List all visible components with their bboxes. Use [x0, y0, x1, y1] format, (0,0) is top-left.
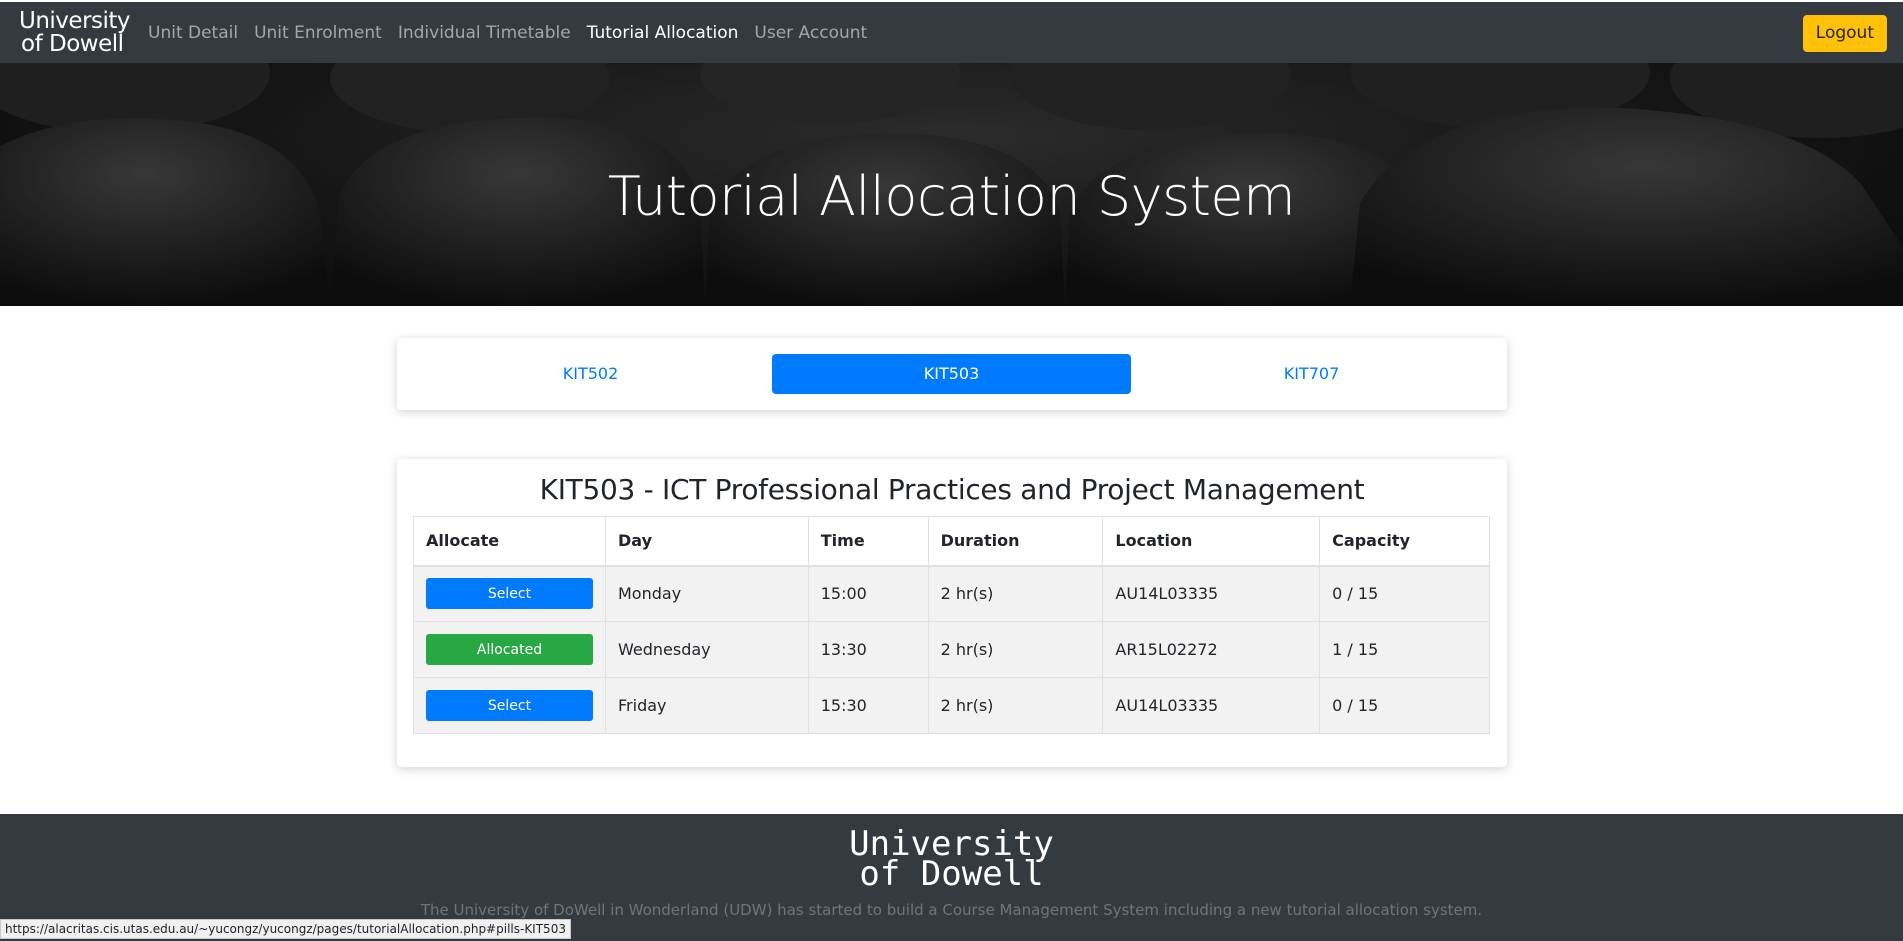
location-cell: AU14L03335	[1102, 565, 1321, 622]
duration-cell: 2 hr(s)	[927, 565, 1104, 622]
nav-link-individual-timetable[interactable]: Individual Timetable	[390, 23, 579, 43]
select-button[interactable]: Select	[426, 690, 593, 721]
allocate-cell: Allocated	[413, 621, 606, 678]
browser-status-url: https://alacritas.cis.utas.edu.au/~yucon…	[0, 919, 571, 939]
allocate-cell: Select	[413, 565, 606, 622]
brand-line-2: of Dowell	[21, 31, 124, 57]
pill-tab-kit503[interactable]: KIT503	[772, 354, 1131, 394]
column-header-capacity: Capacity	[1319, 516, 1490, 567]
pill-tab-kit707[interactable]: KIT707	[1132, 354, 1491, 394]
time-cell: 15:30	[807, 677, 929, 734]
location-cell: AR15L02272	[1102, 621, 1321, 678]
day-cell: Friday	[605, 677, 809, 734]
unit-pills-card: KIT502 KIT503 KIT707	[397, 338, 1507, 410]
table-row: Allocated Wednesday 13:30 2 hr(s) AR15L0…	[413, 621, 1490, 678]
table-row: Select Friday 15:30 2 hr(s) AU14L03335 0…	[413, 677, 1490, 734]
location-cell: AU14L03335	[1102, 677, 1321, 734]
table-row: Select Monday 15:00 2 hr(s) AU14L03335 0…	[413, 565, 1490, 622]
table-header-row: Allocate Day Time Duration Location Capa…	[413, 516, 1490, 567]
footer-logo-line-2: of Dowell	[859, 854, 1044, 894]
capacity-cell: 1 / 15	[1319, 621, 1490, 678]
column-header-location: Location	[1102, 516, 1321, 567]
day-cell: Wednesday	[605, 621, 809, 678]
hero-title: Tutorial Allocation System	[607, 165, 1296, 229]
brand-logo[interactable]: University of Dowell	[19, 8, 131, 57]
capacity-cell: 0 / 15	[1319, 677, 1490, 734]
allocate-cell: Select	[413, 677, 606, 734]
tutorial-table: Allocate Day Time Duration Location Capa…	[413, 516, 1490, 734]
footer-logo: University of Dowell	[0, 827, 1903, 894]
nav-link-unit-detail[interactable]: Unit Detail	[140, 23, 246, 43]
column-header-time: Time	[807, 516, 929, 567]
capacity-cell: 0 / 15	[1319, 565, 1490, 622]
duration-cell: 2 hr(s)	[927, 621, 1104, 678]
top-navbar: University of Dowell Unit Detail Unit En…	[0, 2, 1903, 63]
pill-tab-kit502[interactable]: KIT502	[411, 354, 770, 394]
footer-description: The University of DoWell in Wonderland (…	[420, 901, 1483, 919]
day-cell: Monday	[605, 565, 809, 622]
time-cell: 15:00	[807, 565, 929, 622]
column-header-duration: Duration	[927, 516, 1104, 567]
nav-link-user-account[interactable]: User Account	[746, 23, 875, 43]
column-header-day: Day	[605, 516, 809, 567]
nav-links: Unit Detail Unit Enrolment Individual Ti…	[140, 2, 875, 63]
select-button[interactable]: Select	[426, 578, 593, 610]
column-header-allocate: Allocate	[413, 516, 606, 567]
unit-title: KIT503 - ICT Professional Practices and …	[539, 473, 1365, 506]
duration-cell: 2 hr(s)	[927, 677, 1104, 734]
time-cell: 13:30	[807, 621, 929, 678]
nav-link-unit-enrolment[interactable]: Unit Enrolment	[246, 23, 390, 43]
allocated-button[interactable]: Allocated	[426, 634, 593, 665]
unit-tutorial-card: KIT503 - ICT Professional Practices and …	[397, 459, 1507, 767]
nav-link-tutorial-allocation[interactable]: Tutorial Allocation	[579, 23, 747, 43]
brand-line-1: University	[19, 8, 131, 34]
logout-button[interactable]: Logout	[1802, 15, 1887, 52]
hero-banner: Tutorial Allocation System	[0, 63, 1903, 306]
